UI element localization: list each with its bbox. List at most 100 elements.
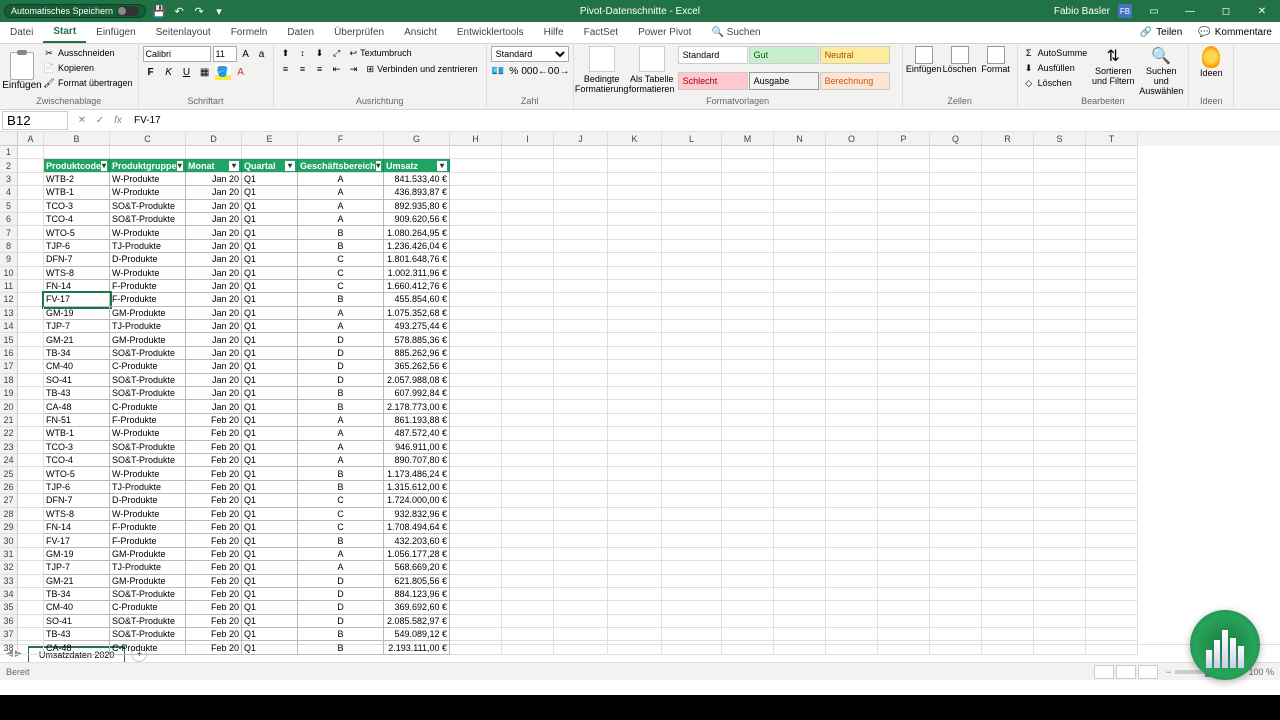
cell[interactable] [930, 374, 982, 387]
cell[interactable] [930, 427, 982, 440]
cell[interactable] [18, 508, 44, 521]
cell[interactable] [502, 213, 554, 226]
cell[interactable]: WTS-8 [44, 267, 110, 280]
filter-dropdown-icon[interactable]: ▾ [437, 161, 447, 171]
cell[interactable] [608, 333, 662, 346]
cell[interactable]: WTS-8 [44, 508, 110, 521]
cell[interactable]: Q1 [242, 360, 298, 373]
cell[interactable] [450, 628, 502, 641]
cell[interactable]: Jan 20 [186, 293, 242, 306]
cell[interactable]: Q1 [242, 280, 298, 293]
cell[interactable] [1034, 387, 1086, 400]
cell[interactable]: Jan 20 [186, 173, 242, 186]
cell[interactable] [774, 173, 826, 186]
number-format-select[interactable]: Standard [491, 46, 569, 62]
cell[interactable] [1034, 534, 1086, 547]
cell[interactable] [450, 481, 502, 494]
cell[interactable] [662, 548, 722, 561]
cell[interactable] [554, 253, 608, 266]
cell[interactable] [1086, 641, 1138, 654]
cell[interactable]: Q1 [242, 186, 298, 199]
cell[interactable]: B [298, 240, 384, 253]
cell[interactable]: TJ-Produkte [110, 561, 186, 574]
cell[interactable] [982, 548, 1034, 561]
cell[interactable] [608, 521, 662, 534]
cell[interactable]: D [298, 588, 384, 601]
cell[interactable] [930, 213, 982, 226]
cell[interactable] [1086, 173, 1138, 186]
cell[interactable]: Q1 [242, 267, 298, 280]
undo-icon[interactable]: ↶ [172, 4, 186, 18]
cell[interactable] [608, 601, 662, 614]
cell[interactable] [826, 146, 878, 159]
cell[interactable] [878, 213, 930, 226]
cell[interactable] [1034, 280, 1086, 293]
user-avatar[interactable]: FB [1118, 4, 1132, 18]
col-header-K[interactable]: K [608, 132, 662, 146]
cell[interactable] [774, 333, 826, 346]
cell[interactable] [826, 575, 878, 588]
cell[interactable]: Jan 20 [186, 253, 242, 266]
tab-daten[interactable]: Daten [277, 22, 324, 43]
cell[interactable]: Feb 20 [186, 601, 242, 614]
grow-font-button[interactable]: A [239, 47, 253, 61]
cell[interactable] [450, 333, 502, 346]
cell[interactable] [662, 280, 722, 293]
cell[interactable] [1034, 333, 1086, 346]
tab-start[interactable]: Start [43, 22, 86, 43]
cell[interactable] [608, 226, 662, 239]
cell[interactable] [554, 427, 608, 440]
cell[interactable] [1086, 186, 1138, 199]
cell[interactable] [774, 534, 826, 547]
row-header[interactable]: 7 [0, 226, 18, 239]
toggle-switch[interactable] [117, 6, 139, 16]
cell[interactable]: Q1 [242, 213, 298, 226]
cell[interactable]: 861.193,88 € [384, 414, 450, 427]
cell[interactable] [722, 467, 774, 480]
cell[interactable] [982, 494, 1034, 507]
cell[interactable] [110, 146, 186, 159]
cell[interactable] [982, 159, 1034, 172]
cell[interactable] [662, 387, 722, 400]
cell[interactable] [982, 226, 1034, 239]
cell[interactable] [930, 534, 982, 547]
cell[interactable] [608, 548, 662, 561]
cell[interactable]: Q1 [242, 333, 298, 346]
row-header[interactable]: 11 [0, 280, 18, 293]
cell[interactable] [554, 548, 608, 561]
cell[interactable]: W-Produkte [110, 508, 186, 521]
cell[interactable]: 892.935,80 € [384, 200, 450, 213]
cell[interactable] [554, 387, 608, 400]
cell[interactable]: Q1 [242, 173, 298, 186]
wrap-text-button[interactable]: ↩Textumbruch [346, 48, 416, 59]
row-header[interactable]: 38 [0, 641, 18, 654]
cell[interactable] [662, 320, 722, 333]
cell[interactable] [1086, 267, 1138, 280]
cell[interactable] [662, 333, 722, 346]
cell[interactable] [554, 561, 608, 574]
cell[interactable] [722, 307, 774, 320]
delete-cells-button[interactable]: Löschen [943, 46, 977, 96]
cell[interactable] [502, 534, 554, 547]
cell[interactable]: F-Produkte [110, 534, 186, 547]
cell[interactable] [722, 186, 774, 199]
format-as-table-button[interactable]: Als Tabelle formatieren [628, 46, 676, 96]
cell[interactable] [774, 548, 826, 561]
cell[interactable] [774, 454, 826, 467]
cell[interactable]: B [298, 387, 384, 400]
cell[interactable]: C [298, 280, 384, 293]
cell[interactable] [982, 267, 1034, 280]
cell[interactable] [982, 213, 1034, 226]
cell[interactable] [450, 159, 502, 172]
cell[interactable]: C [298, 267, 384, 280]
cell[interactable] [878, 641, 930, 654]
cell[interactable] [930, 333, 982, 346]
cell[interactable] [1086, 454, 1138, 467]
cell[interactable] [554, 200, 608, 213]
cell[interactable] [18, 575, 44, 588]
cell[interactable] [826, 226, 878, 239]
cell[interactable] [1034, 360, 1086, 373]
cell[interactable] [930, 521, 982, 534]
percent-button[interactable]: % [507, 64, 521, 78]
cell[interactable] [878, 333, 930, 346]
